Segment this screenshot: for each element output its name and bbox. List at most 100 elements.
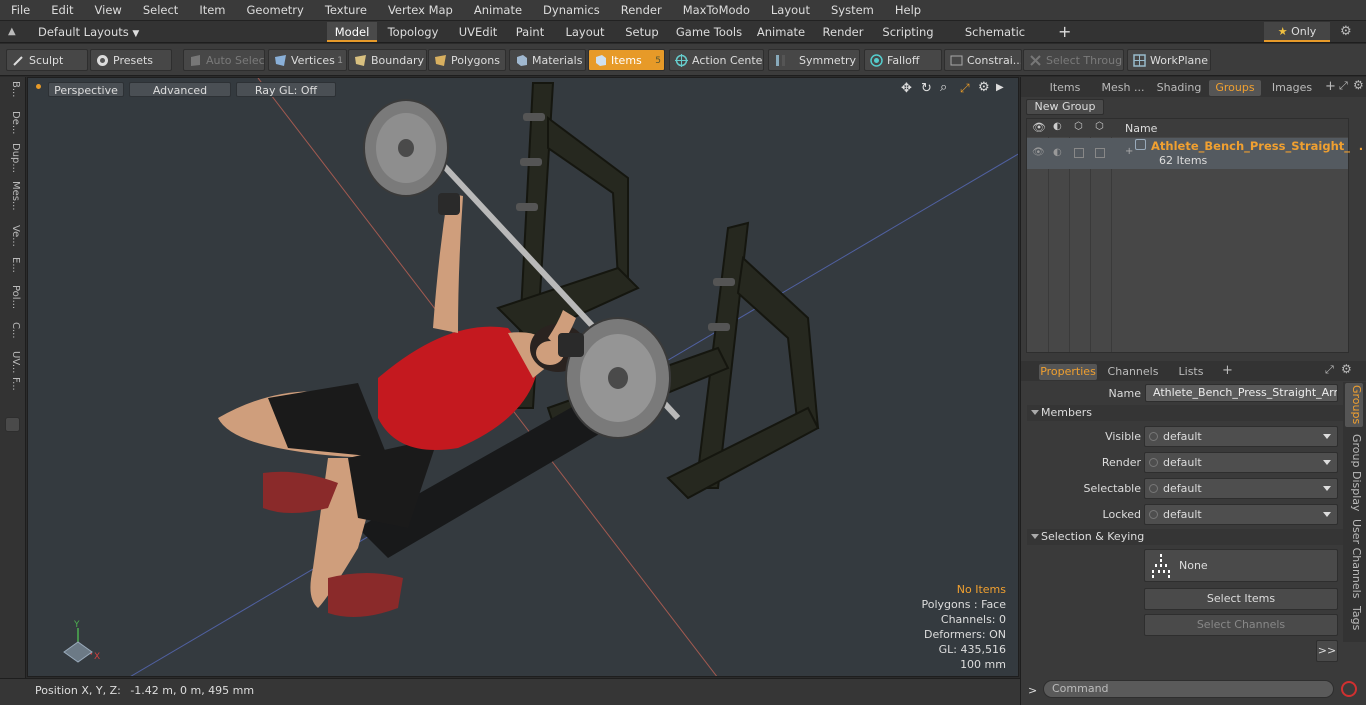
new-group-button[interactable]: New Group xyxy=(1026,99,1104,115)
menu-dynamics[interactable]: Dynamics xyxy=(532,3,610,17)
gear-icon[interactable]: ⚙ xyxy=(1340,24,1352,39)
selection-keying-header[interactable]: Selection & Keying xyxy=(1027,529,1359,545)
tab-render[interactable]: Render xyxy=(816,22,870,42)
menu-maxtomodo[interactable]: MaxToModo xyxy=(672,3,760,17)
tab-game-tools[interactable]: Game Tools xyxy=(673,22,745,42)
expand-plus-icon[interactable]: + xyxy=(1125,146,1133,157)
tab-model[interactable]: Model xyxy=(327,22,377,42)
side-tab-groups[interactable]: Groups xyxy=(1345,383,1363,427)
boundary-button[interactable]: Boundary xyxy=(348,49,427,71)
properties-tab-lists[interactable]: Lists xyxy=(1171,364,1211,380)
scrollbar[interactable] xyxy=(1351,118,1359,353)
render-icon[interactable]: ◐ xyxy=(1053,121,1062,132)
move-view-icon[interactable]: ✥ xyxy=(901,81,912,96)
left-tabs-toggle-button[interactable] xyxy=(5,417,20,432)
select-channels-button[interactable]: Select Channels xyxy=(1144,614,1338,636)
properties-tab-properties[interactable]: Properties xyxy=(1039,364,1097,380)
left-tab-1[interactable]: De... xyxy=(3,111,21,134)
properties-gear-icon[interactable]: ⚙ xyxy=(1341,362,1352,376)
advanced-button[interactable]: Advanced xyxy=(129,82,231,97)
panel-tab-4[interactable]: Images xyxy=(1266,80,1318,96)
left-tab-8[interactable]: UV... xyxy=(3,351,21,373)
members-section-header[interactable]: Members xyxy=(1027,405,1359,421)
row-checkbox[interactable] xyxy=(1074,148,1084,158)
select-icon[interactable]: ⬡ xyxy=(1095,121,1104,132)
panel-tab-2[interactable]: Shading xyxy=(1154,80,1204,96)
group-row[interactable]: 👁 ◐ + Athlete_Bench_Press_Straight_... 6… xyxy=(1027,138,1363,169)
presets-button[interactable]: Presets xyxy=(90,49,172,71)
left-tab-7[interactable]: C... xyxy=(3,322,21,339)
panel-tab-0[interactable]: Items xyxy=(1039,80,1091,96)
left-tab-6[interactable]: Pol... xyxy=(3,285,21,309)
properties-tab-channels[interactable]: Channels xyxy=(1105,364,1161,380)
left-tab-2[interactable]: Dup... xyxy=(3,143,21,173)
tab-animate[interactable]: Animate xyxy=(753,22,809,42)
record-icon[interactable] xyxy=(1341,681,1357,697)
action-center-button[interactable]: Action Center xyxy=(669,49,764,71)
vertices-button[interactable]: Vertices 1 xyxy=(268,49,347,71)
maximize-icon[interactable]: ⤢ xyxy=(960,81,970,96)
panel-tab-3[interactable]: Groups xyxy=(1209,80,1261,96)
eye-icon[interactable]: 👁 xyxy=(1032,121,1046,134)
polygons-button[interactable]: Polygons xyxy=(428,49,506,71)
only-toggle[interactable]: ★ Only xyxy=(1264,22,1330,42)
tab-scripting[interactable]: Scripting xyxy=(877,22,939,42)
auto-select-button[interactable]: Auto Select xyxy=(183,49,265,71)
tab-uvedit[interactable]: UVEdit xyxy=(452,22,504,42)
3d-viewport[interactable]: Y X Perspective Advanced Ray GL: Off ✥ ↻… xyxy=(27,77,1019,677)
expand-icon[interactable]: ⤢ xyxy=(1325,363,1334,377)
symmetry-button[interactable]: Symmetry xyxy=(768,49,860,71)
select-through-button[interactable]: Select Through xyxy=(1023,49,1124,71)
zoom-view-icon[interactable]: ⌕ xyxy=(940,80,947,95)
viewport-menu-dot[interactable] xyxy=(36,84,41,89)
add-panel-tab-icon[interactable]: + xyxy=(1325,79,1336,94)
none-button[interactable]: None xyxy=(1144,549,1338,582)
lock-icon[interactable]: ⬡ xyxy=(1074,121,1083,132)
menu-help[interactable]: Help xyxy=(884,3,931,17)
left-tab-3[interactable]: Mes... xyxy=(3,181,21,211)
field-dropdown-locked[interactable]: default xyxy=(1144,504,1338,525)
menu-file[interactable]: File xyxy=(0,3,40,17)
tab-topology[interactable]: Topology xyxy=(380,22,446,42)
layouts-dropdown[interactable]: Default Layouts ▼ xyxy=(38,25,139,39)
left-tab-5[interactable]: E... xyxy=(3,257,21,273)
field-dropdown-selectable[interactable]: default xyxy=(1144,478,1338,499)
layouts-icon[interactable]: ▲ xyxy=(8,26,20,38)
menu-vertex-map[interactable]: Vertex Map xyxy=(377,3,463,17)
field-dropdown-visible[interactable]: default xyxy=(1144,426,1338,447)
left-tab-0[interactable]: B... xyxy=(3,81,21,97)
menu-animate[interactable]: Animate xyxy=(463,3,532,17)
left-tab-4[interactable]: Ve... xyxy=(3,225,21,247)
command-input[interactable]: Command xyxy=(1043,680,1334,698)
row-checkbox[interactable] xyxy=(1095,148,1105,158)
field-dropdown-render[interactable]: default xyxy=(1144,452,1338,473)
materials-button[interactable]: Materials xyxy=(509,49,586,71)
side-tab-user-channels[interactable]: User Channels xyxy=(1345,518,1363,600)
row-eye-icon[interactable]: 👁 xyxy=(1032,147,1045,158)
side-tab-tags[interactable]: Tags xyxy=(1345,604,1363,632)
menu-edit[interactable]: Edit xyxy=(40,3,83,17)
items-button[interactable]: Items 5 xyxy=(588,49,665,71)
add-tab-button[interactable]: + xyxy=(1058,22,1071,41)
side-tab-group-display[interactable]: Group Display xyxy=(1345,433,1363,513)
menu-system[interactable]: System xyxy=(820,3,884,17)
tab-layout[interactable]: Layout xyxy=(556,22,614,42)
menu-item[interactable]: Item xyxy=(188,3,235,17)
perspective-button[interactable]: Perspective xyxy=(48,82,124,97)
row-render-icon[interactable]: ◐ xyxy=(1053,147,1062,158)
name-field[interactable]: Athlete_Bench_Press_Straight_Arms_ xyxy=(1145,384,1338,402)
sculpt-button[interactable]: Sculpt xyxy=(6,49,88,71)
rotate-view-icon[interactable]: ↻ xyxy=(921,81,932,96)
tab-schematic-fusion[interactable]: Schematic Fusion xyxy=(947,22,1043,59)
menu-geometry[interactable]: Geometry xyxy=(236,3,314,17)
falloff-button[interactable]: Falloff xyxy=(864,49,942,71)
left-tab-9[interactable]: F... xyxy=(3,377,21,391)
menu-select[interactable]: Select xyxy=(132,3,188,17)
menu-texture[interactable]: Texture xyxy=(314,3,377,17)
viewport-gear-icon[interactable]: ⚙ xyxy=(978,80,990,95)
workplane-button[interactable]: WorkPlane xyxy=(1127,49,1211,71)
menu-layout[interactable]: Layout xyxy=(760,3,820,17)
menu-render[interactable]: Render xyxy=(610,3,672,17)
more-button[interactable]: >> xyxy=(1316,640,1338,662)
panel-gear-icon[interactable]: ⚙ xyxy=(1353,78,1364,92)
